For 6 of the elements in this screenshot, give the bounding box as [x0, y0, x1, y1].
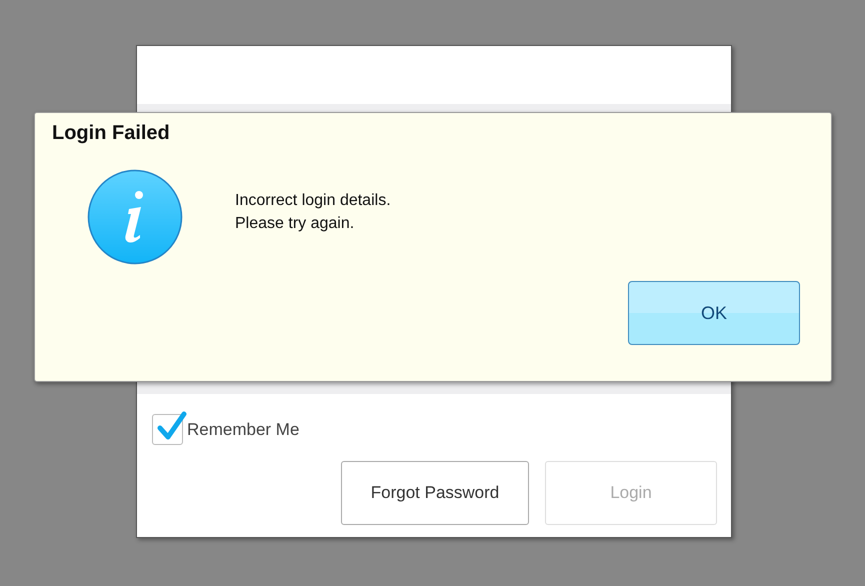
dialog-title: Login Failed — [52, 122, 170, 145]
dialog-message: Incorrect login details. Please try again. — [235, 191, 391, 234]
forgot-password-button[interactable]: Forgot Password — [341, 461, 529, 525]
info-icon — [87, 169, 183, 265]
checkbox-label: Remember Me — [187, 420, 300, 440]
ok-button[interactable]: OK — [628, 281, 800, 345]
